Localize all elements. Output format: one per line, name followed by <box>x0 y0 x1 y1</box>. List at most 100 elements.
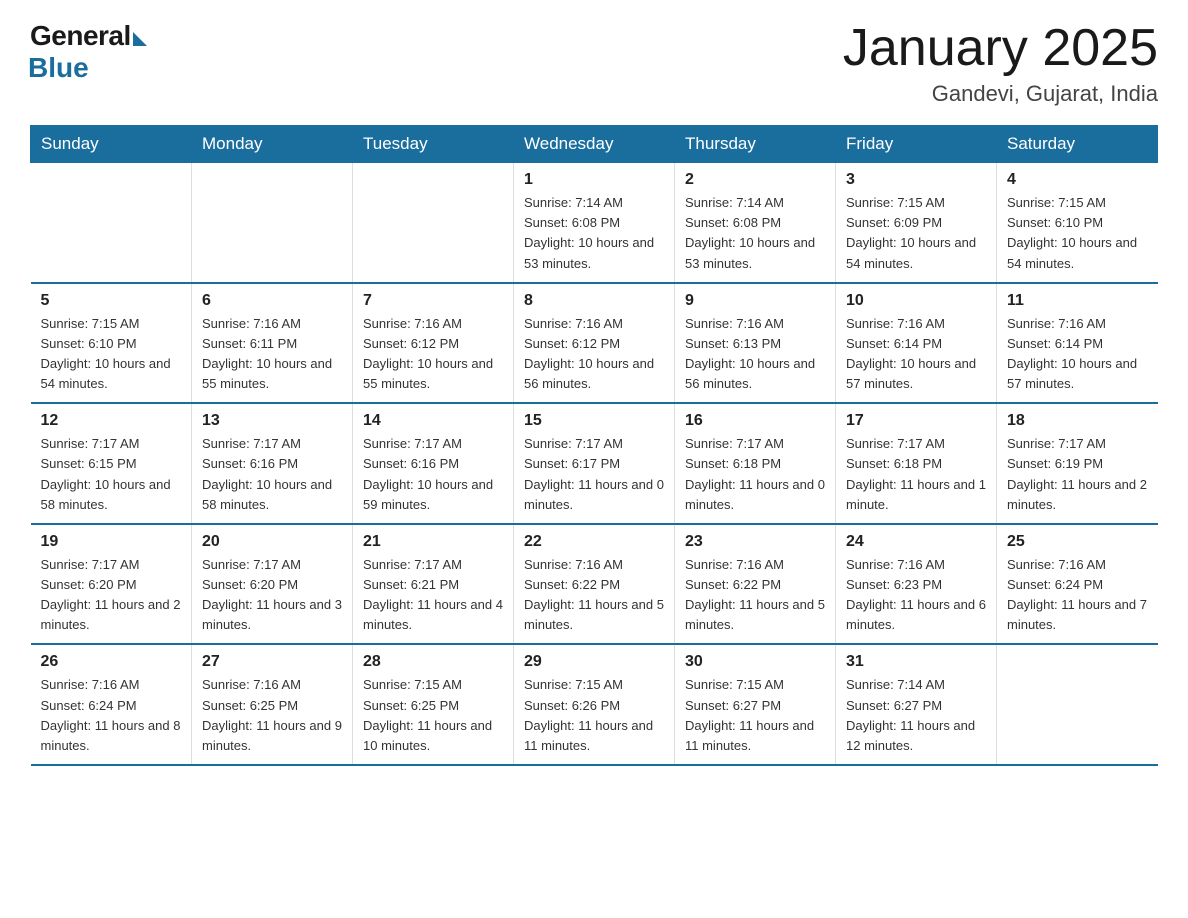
calendar-cell <box>192 163 353 283</box>
day-number: 15 <box>524 412 664 430</box>
day-info: Sunrise: 7:16 AM Sunset: 6:11 PM Dayligh… <box>202 314 342 395</box>
calendar-cell: 17 Sunrise: 7:17 AM Sunset: 6:18 PM Dayli… <box>836 403 997 524</box>
day-info: Sunrise: 7:17 AM Sunset: 6:15 PM Dayligh… <box>41 434 182 515</box>
day-info: Sunrise: 7:15 AM Sunset: 6:27 PM Dayligh… <box>685 675 825 756</box>
calendar-cell: 22 Sunrise: 7:16 AM Sunset: 6:22 PM Dayli… <box>514 524 675 645</box>
calendar-cell <box>353 163 514 283</box>
day-info: Sunrise: 7:16 AM Sunset: 6:23 PM Dayligh… <box>846 555 986 636</box>
calendar-cell: 25 Sunrise: 7:16 AM Sunset: 6:24 PM Dayli… <box>997 524 1158 645</box>
day-number: 22 <box>524 533 664 551</box>
day-number: 27 <box>202 653 342 671</box>
calendar-cell: 21 Sunrise: 7:17 AM Sunset: 6:21 PM Dayli… <box>353 524 514 645</box>
header-cell-wednesday: Wednesday <box>514 126 675 163</box>
day-info: Sunrise: 7:17 AM Sunset: 6:20 PM Dayligh… <box>202 555 342 636</box>
calendar-cell: 11 Sunrise: 7:16 AM Sunset: 6:14 PM Dayli… <box>997 283 1158 404</box>
calendar-subtitle: Gandevi, Gujarat, India <box>843 81 1158 107</box>
calendar-cell: 27 Sunrise: 7:16 AM Sunset: 6:25 PM Dayli… <box>192 644 353 765</box>
day-number: 21 <box>363 533 503 551</box>
day-number: 23 <box>685 533 825 551</box>
day-info: Sunrise: 7:15 AM Sunset: 6:10 PM Dayligh… <box>1007 193 1148 274</box>
day-info: Sunrise: 7:15 AM Sunset: 6:26 PM Dayligh… <box>524 675 664 756</box>
day-number: 1 <box>524 171 664 189</box>
title-block: January 2025 Gandevi, Gujarat, India <box>843 20 1158 107</box>
calendar-cell: 30 Sunrise: 7:15 AM Sunset: 6:27 PM Dayli… <box>675 644 836 765</box>
logo-triangle-icon <box>133 32 147 46</box>
calendar-cell: 1Sunrise: 7:14 AM Sunset: 6:08 PM Daylig… <box>514 163 675 283</box>
day-number: 17 <box>846 412 986 430</box>
calendar-cell: 14 Sunrise: 7:17 AM Sunset: 6:16 PM Dayli… <box>353 403 514 524</box>
day-info: Sunrise: 7:15 AM Sunset: 6:25 PM Dayligh… <box>363 675 503 756</box>
calendar-cell: 28Sunrise: 7:15 AM Sunset: 6:25 PM Dayli… <box>353 644 514 765</box>
calendar-week-row: 26Sunrise: 7:16 AM Sunset: 6:24 PM Dayli… <box>31 644 1158 765</box>
day-number: 2 <box>685 171 825 189</box>
day-info: Sunrise: 7:15 AM Sunset: 6:09 PM Dayligh… <box>846 193 986 274</box>
calendar-cell: 23 Sunrise: 7:16 AM Sunset: 6:22 PM Dayli… <box>675 524 836 645</box>
day-number: 25 <box>1007 533 1148 551</box>
day-info: Sunrise: 7:16 AM Sunset: 6:13 PM Dayligh… <box>685 314 825 395</box>
calendar-table: SundayMondayTuesdayWednesdayThursdayFrid… <box>30 125 1158 766</box>
header-cell-friday: Friday <box>836 126 997 163</box>
day-info: Sunrise: 7:17 AM Sunset: 6:16 PM Dayligh… <box>202 434 342 515</box>
day-number: 29 <box>524 653 664 671</box>
day-number: 16 <box>685 412 825 430</box>
calendar-cell: 31 Sunrise: 7:14 AM Sunset: 6:27 PM Dayli… <box>836 644 997 765</box>
day-number: 3 <box>846 171 986 189</box>
calendar-cell: 6Sunrise: 7:16 AM Sunset: 6:11 PM Daylig… <box>192 283 353 404</box>
day-info: Sunrise: 7:16 AM Sunset: 6:25 PM Dayligh… <box>202 675 342 756</box>
header-cell-monday: Monday <box>192 126 353 163</box>
calendar-cell: 7Sunrise: 7:16 AM Sunset: 6:12 PM Daylig… <box>353 283 514 404</box>
day-number: 20 <box>202 533 342 551</box>
day-info: Sunrise: 7:16 AM Sunset: 6:14 PM Dayligh… <box>1007 314 1148 395</box>
day-info: Sunrise: 7:14 AM Sunset: 6:27 PM Dayligh… <box>846 675 986 756</box>
day-info: Sunrise: 7:16 AM Sunset: 6:14 PM Dayligh… <box>846 314 986 395</box>
day-number: 30 <box>685 653 825 671</box>
header-cell-sunday: Sunday <box>31 126 192 163</box>
day-number: 31 <box>846 653 986 671</box>
calendar-week-row: 19 Sunrise: 7:17 AM Sunset: 6:20 PM Dayli… <box>31 524 1158 645</box>
calendar-cell <box>31 163 192 283</box>
day-info: Sunrise: 7:16 AM Sunset: 6:24 PM Dayligh… <box>1007 555 1148 636</box>
calendar-cell: 26Sunrise: 7:16 AM Sunset: 6:24 PM Dayli… <box>31 644 192 765</box>
calendar-week-row: 5Sunrise: 7:15 AM Sunset: 6:10 PM Daylig… <box>31 283 1158 404</box>
header-cell-thursday: Thursday <box>675 126 836 163</box>
day-number: 9 <box>685 292 825 310</box>
calendar-cell: 2Sunrise: 7:14 AM Sunset: 6:08 PM Daylig… <box>675 163 836 283</box>
day-info: Sunrise: 7:17 AM Sunset: 6:18 PM Dayligh… <box>846 434 986 515</box>
day-number: 24 <box>846 533 986 551</box>
calendar-week-row: 1Sunrise: 7:14 AM Sunset: 6:08 PM Daylig… <box>31 163 1158 283</box>
day-info: Sunrise: 7:16 AM Sunset: 6:22 PM Dayligh… <box>685 555 825 636</box>
page-header: General Blue January 2025 Gandevi, Gujar… <box>30 20 1158 107</box>
day-info: Sunrise: 7:17 AM Sunset: 6:17 PM Dayligh… <box>524 434 664 515</box>
calendar-title: January 2025 <box>843 20 1158 77</box>
calendar-cell <box>997 644 1158 765</box>
day-number: 19 <box>41 533 182 551</box>
day-info: Sunrise: 7:16 AM Sunset: 6:24 PM Dayligh… <box>41 675 182 756</box>
day-info: Sunrise: 7:17 AM Sunset: 6:21 PM Dayligh… <box>363 555 503 636</box>
day-number: 11 <box>1007 292 1148 310</box>
header-cell-saturday: Saturday <box>997 126 1158 163</box>
calendar-cell: 5Sunrise: 7:15 AM Sunset: 6:10 PM Daylig… <box>31 283 192 404</box>
day-number: 4 <box>1007 171 1148 189</box>
logo: General Blue <box>30 20 147 84</box>
logo-general-text: General <box>30 20 131 52</box>
calendar-week-row: 12 Sunrise: 7:17 AM Sunset: 6:15 PM Dayli… <box>31 403 1158 524</box>
logo-blue-text: Blue <box>28 52 89 84</box>
calendar-cell: 18 Sunrise: 7:17 AM Sunset: 6:19 PM Dayli… <box>997 403 1158 524</box>
day-number: 14 <box>363 412 503 430</box>
calendar-cell: 13Sunrise: 7:17 AM Sunset: 6:16 PM Dayli… <box>192 403 353 524</box>
header-cell-tuesday: Tuesday <box>353 126 514 163</box>
calendar-cell: 12 Sunrise: 7:17 AM Sunset: 6:15 PM Dayli… <box>31 403 192 524</box>
day-info: Sunrise: 7:17 AM Sunset: 6:19 PM Dayligh… <box>1007 434 1148 515</box>
day-info: Sunrise: 7:17 AM Sunset: 6:16 PM Dayligh… <box>363 434 503 515</box>
day-info: Sunrise: 7:17 AM Sunset: 6:20 PM Dayligh… <box>41 555 182 636</box>
day-info: Sunrise: 7:16 AM Sunset: 6:12 PM Dayligh… <box>524 314 664 395</box>
calendar-cell: 19 Sunrise: 7:17 AM Sunset: 6:20 PM Dayli… <box>31 524 192 645</box>
day-number: 10 <box>846 292 986 310</box>
calendar-cell: 20 Sunrise: 7:17 AM Sunset: 6:20 PM Dayli… <box>192 524 353 645</box>
day-number: 12 <box>41 412 182 430</box>
day-number: 18 <box>1007 412 1148 430</box>
day-info: Sunrise: 7:16 AM Sunset: 6:12 PM Dayligh… <box>363 314 503 395</box>
calendar-cell: 24 Sunrise: 7:16 AM Sunset: 6:23 PM Dayli… <box>836 524 997 645</box>
day-info: Sunrise: 7:16 AM Sunset: 6:22 PM Dayligh… <box>524 555 664 636</box>
day-number: 5 <box>41 292 182 310</box>
